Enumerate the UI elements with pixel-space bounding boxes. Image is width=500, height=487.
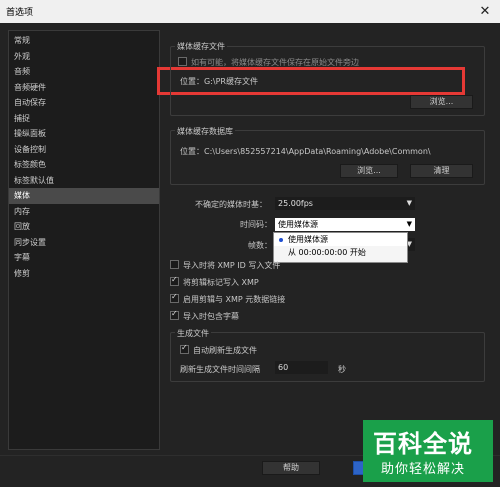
media-cache-db-heading: 媒体缓存数据库 (175, 126, 235, 137)
close-icon[interactable]: ✕ (470, 0, 500, 23)
sidebar-item[interactable]: 外观 (9, 49, 159, 65)
sidebar-item[interactable]: 同步设置 (9, 235, 159, 251)
auto-refresh-label: 自动刷新生成文件 (193, 346, 257, 355)
sidebar-item[interactable]: 操纵面板 (9, 126, 159, 142)
clip-xmp-link-checkbox[interactable] (170, 292, 179, 303)
media-cache-browse-button[interactable]: 浏览... (410, 95, 473, 109)
sidebar-item[interactable]: 回放 (9, 219, 159, 235)
sidebar-item[interactable]: 修剪 (9, 266, 159, 282)
timecode-option-start-zero[interactable]: 从 00:00:00:00 开始 (274, 246, 407, 259)
timecode-dropdown[interactable]: 使用媒体源 ▼ (275, 218, 415, 231)
sidebar-item[interactable]: 标签颜色 (9, 157, 159, 173)
timebase-label: 不确定的媒体时基： (195, 200, 267, 209)
frame-label: 帧数： (248, 241, 272, 250)
watermark-logo: 百科全说 助你轻松解决 (363, 420, 493, 482)
sidebar-item[interactable]: 音频硬件 (9, 80, 159, 96)
timecode-label: 时间码： (240, 220, 272, 229)
xmp-id-label: 导入时将 XMP ID 写入文件 (183, 261, 281, 270)
include-captions-checkbox[interactable] (170, 309, 179, 320)
title-bar: 首选项 ✕ (0, 0, 500, 23)
media-cache-files-heading: 媒体缓存文件 (175, 41, 227, 52)
media-cache-db-browse-button[interactable]: 浏览... (340, 164, 398, 178)
chevron-down-icon: ▼ (406, 199, 412, 207)
save-next-to-original-checkbox[interactable] (178, 57, 187, 66)
sidebar-item[interactable]: 音频 (9, 64, 159, 80)
sidebar-item[interactable]: 捕捉 (9, 111, 159, 127)
preferences-sidebar: 常规 外观 音频 音频硬件 自动保存 捕捉 操纵面板 设备控制 标签颜色 标签默认值 媒体 内存 回放同… (8, 30, 160, 450)
auto-refresh-checkbox[interactable] (180, 343, 189, 354)
refresh-interval-input[interactable]: 60 (275, 361, 328, 374)
timecode-options-menu: 使用媒体源 从 00:00:00:00 开始 (273, 232, 408, 263)
media-cache-db-location: 位置：C:\Users\852557214\AppData\Roaming\Ad… (180, 147, 431, 156)
refresh-interval-unit: 秒 (338, 365, 346, 374)
timebase-value: 25.00fps (278, 199, 313, 208)
clip-markers-xmp-label: 将剪辑标记写入 XMP (183, 278, 259, 287)
refresh-interval-label: 刷新生成文件时间间隔 (180, 365, 260, 374)
sidebar-item[interactable]: 媒体 (9, 188, 159, 204)
media-cache-db-clean-button[interactable]: 清理 (410, 164, 473, 178)
sidebar-item[interactable]: 设备控制 (9, 142, 159, 158)
sidebar-item[interactable]: 字幕 (9, 250, 159, 266)
clip-xmp-link-label: 启用剪辑与 XMP 元数据链接 (183, 295, 286, 304)
xmp-id-checkbox[interactable] (170, 260, 179, 269)
sidebar-item[interactable]: 常规 (9, 33, 159, 49)
chevron-down-icon: ▼ (406, 220, 412, 228)
window-title: 首选项 (6, 8, 34, 18)
generate-files-heading: 生成文件 (175, 328, 211, 339)
timebase-dropdown[interactable]: 25.00fps ▼ (275, 197, 415, 210)
selected-bullet-icon (279, 238, 283, 242)
save-next-to-original-label: 如有可能，将媒体缓存文件保存在原始文件旁边 (191, 58, 359, 67)
include-captions-label: 导入时包含字幕 (183, 312, 239, 321)
clip-markers-xmp-checkbox[interactable] (170, 275, 179, 286)
sidebar-item[interactable]: 自动保存 (9, 95, 159, 111)
timecode-value: 使用媒体源 (278, 220, 318, 229)
help-button[interactable]: 帮助 (262, 461, 320, 475)
timecode-option-media-source[interactable]: 使用媒体源 (274, 233, 407, 246)
sidebar-item[interactable]: 标签默认值 (9, 173, 159, 189)
sidebar-item[interactable]: 内存 (9, 204, 159, 220)
media-cache-location: 位置：G:\PR缓存文件 (180, 77, 258, 86)
